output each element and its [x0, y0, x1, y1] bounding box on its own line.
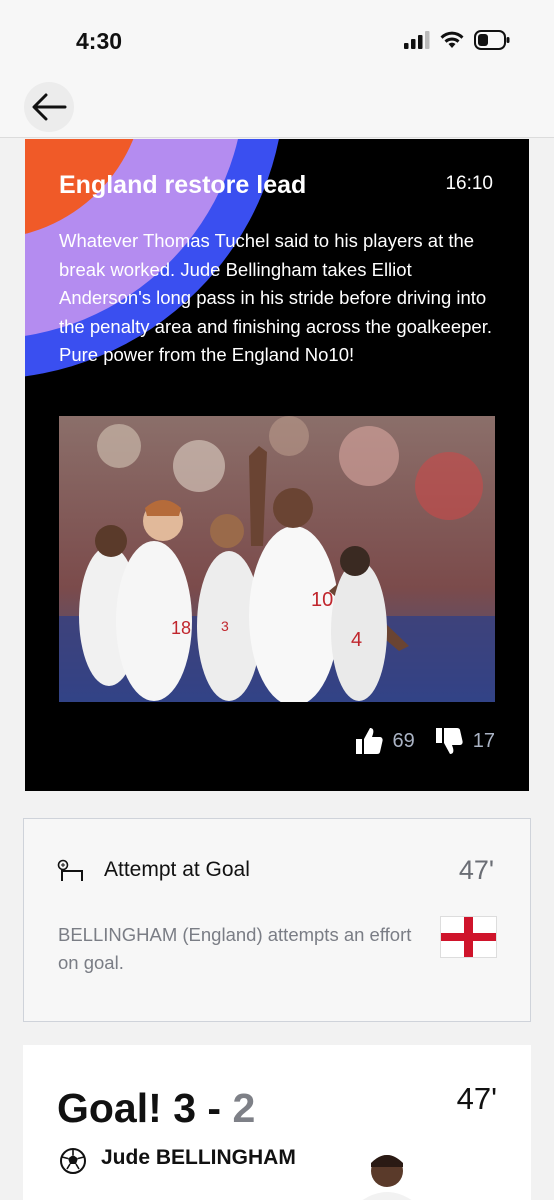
live-feed[interactable]: England restore lead 16:10 Whatever Thom… [0, 139, 554, 1200]
update-body: Whatever Thomas Tuchel said to his playe… [59, 230, 492, 365]
goal-post-icon [57, 859, 83, 881]
football-icon [60, 1148, 86, 1174]
svg-text:3: 3 [221, 618, 229, 634]
thumbs-down-icon[interactable] [433, 725, 465, 757]
england-flag-icon [440, 916, 497, 958]
arrow-left-icon [32, 93, 67, 121]
attempt-event-card: Attempt at Goal 47' BELLINGHAM (England)… [23, 818, 531, 1022]
likes-count: 69 [392, 729, 415, 752]
home-score: 3 [173, 1085, 197, 1131]
photo-illustration: 18 3 10 4 [59, 416, 495, 702]
status-icons [404, 30, 510, 50]
battery-icon [474, 30, 510, 50]
live-update-card: England restore lead 16:10 Whatever Thom… [25, 139, 529, 791]
attempt-title: Attempt at Goal [104, 858, 250, 881]
goal-headline: Goal! 3 - 2 [57, 1085, 255, 1132]
scorer-name: Jude BELLINGHAM [101, 1146, 296, 1169]
player-headshot [347, 1141, 427, 1200]
signal-icon [404, 31, 430, 49]
attempt-description: BELLINGHAM (England) attempts an effort … [58, 924, 412, 973]
score-separator: - [207, 1085, 222, 1131]
goal-minute: 47' [456, 1081, 497, 1116]
dislikes-count: 17 [472, 729, 495, 752]
svg-text:10: 10 [311, 589, 333, 611]
back-button[interactable] [24, 82, 74, 132]
svg-text:4: 4 [351, 629, 362, 651]
top-nav [0, 80, 554, 138]
svg-text:18: 18 [171, 618, 191, 638]
update-time: 16:10 [445, 173, 493, 194]
status-time: 4:30 [76, 28, 123, 54]
goal-label: Goal! [57, 1085, 162, 1131]
attempt-minute: 47' [458, 855, 494, 885]
reactions: 69 17 [353, 725, 495, 757]
away-score: 2 [232, 1085, 256, 1131]
wifi-icon [440, 31, 464, 48]
update-title: England restore lead [59, 171, 307, 199]
thumbs-up-icon[interactable] [353, 725, 385, 757]
goal-event-card: Goal! 3 - 2 47' Jude BELLINGHAM [23, 1045, 531, 1200]
status-bar: 4:30 [0, 0, 554, 80]
goal-celebration-photo[interactable]: 18 3 10 4 [59, 416, 495, 702]
